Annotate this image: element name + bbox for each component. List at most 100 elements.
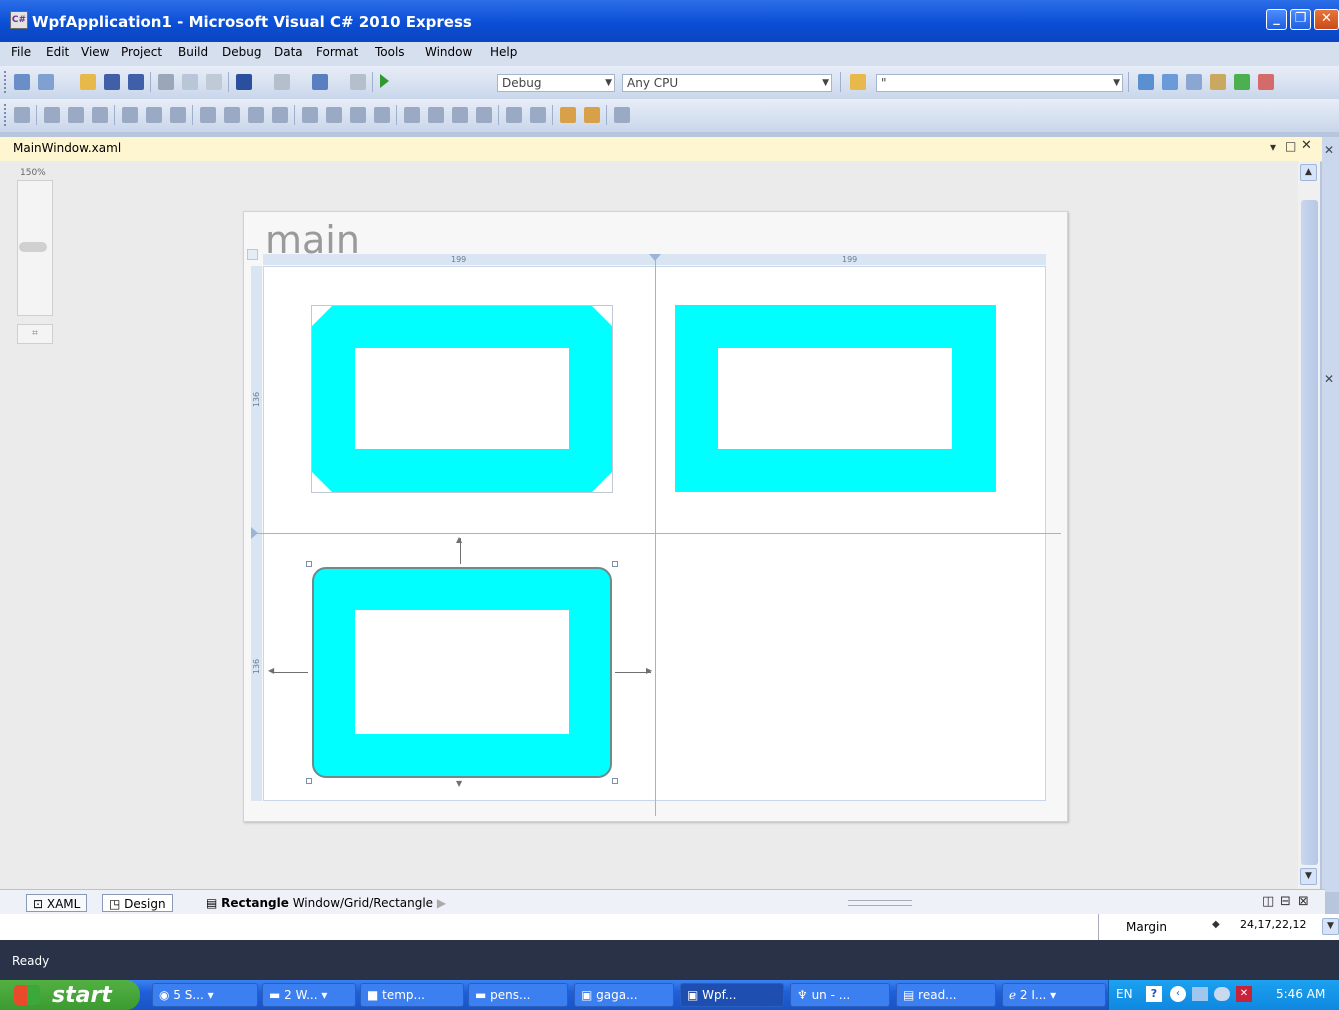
column-gridline[interactable]: [655, 254, 656, 816]
align-centers-icon[interactable]: [68, 107, 84, 123]
taskbar-button[interactable]: ℯ 2 I... ▾: [1002, 983, 1106, 1007]
property-value[interactable]: 24,17,22,12: [1240, 918, 1322, 931]
language-indicator[interactable]: EN: [1116, 987, 1133, 1001]
add-item-icon[interactable]: [38, 74, 54, 90]
taskbar-button[interactable]: ♆ un - ...: [790, 983, 890, 1007]
collapse-pane-icon[interactable]: ⊠: [1298, 894, 1309, 909]
increase-horizontal-spacing-icon[interactable]: [326, 107, 342, 123]
align-tops-icon[interactable]: [122, 107, 138, 123]
object-browser-icon[interactable]: [1186, 74, 1202, 90]
save-all-icon[interactable]: [128, 74, 144, 90]
menu-format[interactable]: Format: [316, 45, 358, 59]
undo-icon[interactable]: [236, 74, 252, 90]
align-middles-icon[interactable]: [146, 107, 162, 123]
fit-to-view-icon[interactable]: ⌗: [17, 324, 53, 344]
window-position-icon[interactable]: ▾: [1270, 140, 1276, 154]
taskbar-button[interactable]: ◉ 5 S... ▾: [152, 983, 258, 1007]
maximize-document-icon[interactable]: □: [1285, 139, 1296, 153]
make-same-height-icon[interactable]: [224, 107, 240, 123]
toolbar-grip[interactable]: [4, 71, 10, 93]
menu-build[interactable]: Build: [178, 45, 208, 59]
bring-to-front-icon[interactable]: [560, 107, 576, 123]
property-marker-icon[interactable]: ◆: [1212, 919, 1220, 930]
grid-move-handle-icon[interactable]: [247, 249, 258, 260]
element-breadcrumb[interactable]: ▤ Rectangle Window/Grid/Rectangle ▶: [200, 894, 452, 912]
align-lefts-icon[interactable]: [44, 107, 60, 123]
volume-tray-icon[interactable]: [1214, 987, 1230, 1001]
toolbox-icon[interactable]: [1210, 74, 1226, 90]
menu-edit[interactable]: Edit: [46, 45, 69, 59]
align-bottoms-icon[interactable]: [170, 107, 186, 123]
close-document-icon[interactable]: ✕: [1301, 138, 1312, 153]
split-vertical-icon[interactable]: ◫: [1262, 894, 1274, 909]
taskbar-button[interactable]: ▬ 2 W... ▾: [262, 983, 356, 1007]
xaml-tab[interactable]: ⊡ XAML: [26, 894, 88, 912]
menu-file[interactable]: File: [11, 45, 31, 59]
center-horizontally-icon[interactable]: [506, 107, 522, 123]
scroll-up-button[interactable]: ▲: [1300, 164, 1317, 181]
taskbar-button[interactable]: ■ temp...: [360, 983, 464, 1007]
start-debugging-icon[interactable]: [380, 74, 389, 88]
align-rights-icon[interactable]: [92, 107, 108, 123]
find-combo[interactable]: " ▼: [876, 74, 1123, 92]
row-gridline[interactable]: [251, 533, 1061, 534]
open-folder-icon[interactable]: [80, 74, 96, 90]
increase-vertical-spacing-icon[interactable]: [428, 107, 444, 123]
close-panel-icon[interactable]: ✕: [1324, 372, 1334, 386]
find-in-files-icon[interactable]: [850, 74, 866, 90]
start-page-icon[interactable]: [1234, 74, 1250, 90]
resize-handle[interactable]: [612, 778, 618, 784]
make-same-size-icon[interactable]: [248, 107, 264, 123]
copy-icon[interactable]: [182, 74, 198, 90]
size-to-grid-icon[interactable]: [272, 107, 288, 123]
toolbar-grip[interactable]: [4, 104, 10, 126]
align-to-grid-icon[interactable]: [14, 107, 30, 123]
remove-vertical-spacing-icon[interactable]: [476, 107, 492, 123]
close-button[interactable]: ✕: [1314, 9, 1339, 30]
taskbar-button[interactable]: ▣ gaga...: [574, 983, 674, 1007]
splitter-grip[interactable]: [848, 900, 912, 906]
resize-handle[interactable]: [612, 561, 618, 567]
taskbar-button[interactable]: ▬ pens...: [468, 983, 568, 1007]
design-tab[interactable]: ◳ Design: [102, 894, 173, 912]
new-project-icon[interactable]: [14, 74, 30, 90]
solution-explorer-icon[interactable]: [1138, 74, 1154, 90]
network-tray-icon[interactable]: [1192, 987, 1208, 1001]
platform-combo[interactable]: Any CPU ▼: [622, 74, 832, 92]
scroll-down-button[interactable]: ▼: [1322, 918, 1339, 935]
scrollbar-thumb[interactable]: [1301, 200, 1318, 865]
redo-icon[interactable]: [274, 74, 290, 90]
split-horizontal-icon[interactable]: ⊟: [1280, 894, 1291, 909]
tab-order-icon[interactable]: [614, 107, 630, 123]
paste-icon[interactable]: [206, 74, 222, 90]
make-same-width-icon[interactable]: [200, 107, 216, 123]
vertical-spacing-equal-icon[interactable]: [404, 107, 420, 123]
restore-button[interactable]: ❐: [1290, 9, 1311, 30]
margin-left-adorner[interactable]: [272, 672, 308, 673]
menu-project[interactable]: Project: [121, 45, 162, 59]
cut-icon[interactable]: [158, 74, 174, 90]
close-panel-icon[interactable]: ✕: [1324, 143, 1334, 157]
document-tab-title[interactable]: MainWindow.xaml: [13, 141, 121, 155]
menu-view[interactable]: View: [81, 45, 109, 59]
taskbar-button[interactable]: ▤ read...: [896, 983, 996, 1007]
expand-tray-icon[interactable]: ‹: [1170, 986, 1186, 1002]
security-tray-icon[interactable]: ✕: [1236, 986, 1252, 1002]
horizontal-spacing-equal-icon[interactable]: [302, 107, 318, 123]
zoom-slider-thumb[interactable]: [19, 242, 47, 252]
decrease-horizontal-spacing-icon[interactable]: [350, 107, 366, 123]
menu-help[interactable]: Help: [490, 45, 517, 59]
menu-data[interactable]: Data: [274, 45, 303, 59]
remove-horizontal-spacing-icon[interactable]: [374, 107, 390, 123]
docked-panel-strip[interactable]: [1322, 137, 1339, 892]
configuration-combo[interactable]: Debug ▼: [497, 74, 615, 92]
decrease-vertical-spacing-icon[interactable]: [452, 107, 468, 123]
minimize-button[interactable]: _: [1266, 9, 1287, 30]
resize-handle[interactable]: [306, 778, 312, 784]
properties-window-icon[interactable]: [1162, 74, 1178, 90]
navigate-backward-icon[interactable]: [312, 74, 328, 90]
send-to-back-icon[interactable]: [584, 107, 600, 123]
taskbar-button-active[interactable]: ▣ Wpf...: [680, 983, 784, 1007]
help-tray-icon[interactable]: ?: [1146, 986, 1162, 1002]
menu-debug[interactable]: Debug: [222, 45, 261, 59]
